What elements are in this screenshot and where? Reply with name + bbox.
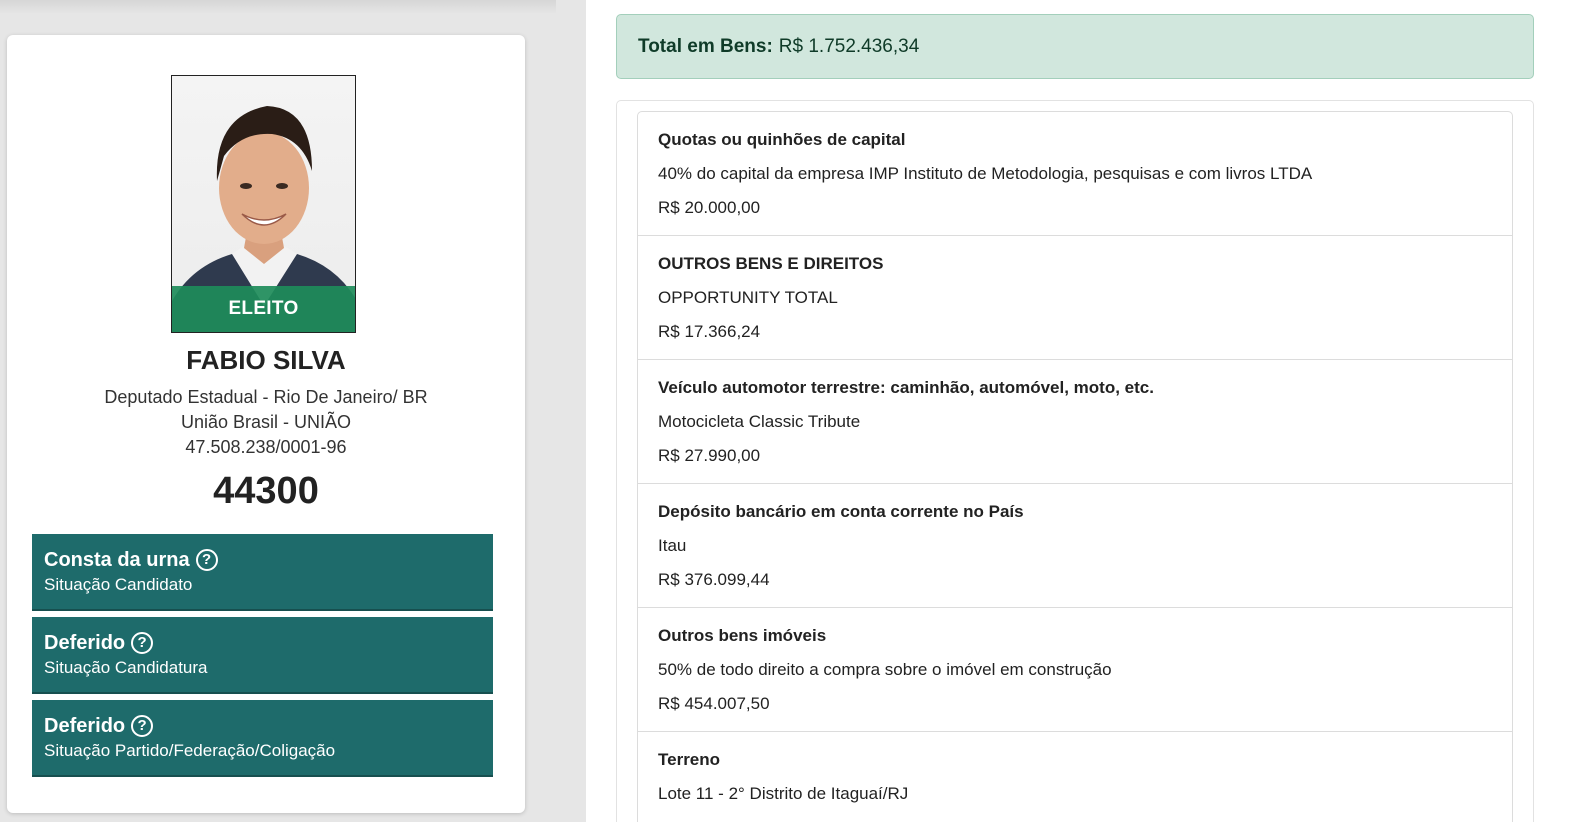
- list-item: Outros bens imóveis 50% de todo direito …: [638, 608, 1512, 732]
- total-assets-value: R$ 1.752.436,34: [778, 35, 920, 57]
- total-assets-label: Total em Bens:: [638, 35, 773, 57]
- page: ELEITO FABIO SILVA Deputado Estadual - R…: [0, 0, 1591, 822]
- asset-type: Terreno: [658, 750, 721, 769]
- asset-type: Outros bens imóveis: [658, 626, 827, 645]
- candidate-name: FABIO SILVA: [186, 345, 346, 375]
- assets-list: Quotas ou quinhões de capital 40% do cap…: [637, 111, 1513, 822]
- list-item: Quotas ou quinhões de capital 40% do cap…: [638, 112, 1512, 236]
- total-assets-alert: Total em Bens: R$ 1.752.436,34: [616, 14, 1534, 79]
- candidate-party: União Brasil - UNIÃO: [180, 412, 352, 432]
- candidate-card: ELEITO FABIO SILVA Deputado Estadual - R…: [7, 35, 525, 813]
- candidate-photo: ELEITO: [171, 75, 356, 333]
- status-box-candidacy: Deferido ? Situação Candidatura: [32, 617, 493, 694]
- assets-panel: Total em Bens: R$ 1.752.436,34 Quotas ou…: [586, 0, 1591, 822]
- status-subtitle: Situação Partido/Federação/Coligação: [44, 741, 336, 760]
- asset-description: OPPORTUNITY TOTAL: [658, 288, 838, 307]
- status-title: Deferido: [44, 632, 126, 654]
- asset-description: 50% de todo direito a compra sobre o imó…: [658, 660, 1112, 679]
- list-item: OUTROS BENS E DIREITOS OPPORTUNITY TOTAL…: [638, 236, 1512, 360]
- asset-value: R$ 454.007,50: [658, 694, 770, 713]
- question-circle-icon[interactable]: ?: [195, 549, 218, 571]
- status-subtitle: Situação Candidatura: [44, 658, 208, 677]
- elected-badge: ELEITO: [172, 286, 355, 332]
- candidate-office: Deputado Estadual - Rio De Janeiro/ BR: [104, 387, 428, 407]
- asset-description: Itau: [658, 536, 687, 555]
- right-column: Total em Bens: R$ 1.752.436,34 Quotas ou…: [556, 0, 1591, 822]
- asset-value: R$ 20.000,00: [658, 198, 761, 217]
- asset-value: R$ 17.366,24: [658, 322, 761, 341]
- list-item: Terreno Lote 11 - 2° Distrito de Itaguaí…: [638, 732, 1512, 822]
- asset-value: R$ 27.990,00: [658, 446, 761, 465]
- asset-description: Lote 11 - 2° Distrito de Itaguaí/RJ: [658, 784, 909, 803]
- status-title: Deferido: [44, 715, 126, 737]
- question-circle-icon[interactable]: ?: [131, 715, 154, 737]
- list-item: Depósito bancário em conta corrente no P…: [638, 484, 1512, 608]
- asset-value: R$ 376.099,44: [658, 570, 770, 589]
- list-item: Veículo automotor terrestre: caminhão, a…: [638, 360, 1512, 484]
- asset-type: Depósito bancário em conta corrente no P…: [658, 502, 1024, 521]
- asset-type: Quotas ou quinhões de capital: [658, 130, 906, 149]
- asset-description: Motocicleta Classic Tribute: [658, 412, 861, 431]
- asset-description: 40% do capital da empresa IMP Instituto …: [658, 164, 1313, 183]
- left-column: ELEITO FABIO SILVA Deputado Estadual - R…: [0, 0, 556, 822]
- party-cnpj: 47.508.238/0001-96: [185, 437, 347, 457]
- candidate-number: 44300: [213, 470, 319, 512]
- asset-type: Veículo automotor terrestre: caminhão, a…: [658, 378, 1154, 397]
- question-circle-icon[interactable]: ?: [131, 632, 154, 654]
- status-box-candidate: Consta da urna ? Situação Candidato: [32, 534, 493, 611]
- status-subtitle: Situação Candidato: [44, 575, 193, 594]
- status-title: Consta da urna: [44, 549, 190, 571]
- asset-type: OUTROS BENS E DIREITOS: [658, 254, 884, 273]
- status-box-party: Deferido ? Situação Partido/Federação/Co…: [32, 700, 493, 777]
